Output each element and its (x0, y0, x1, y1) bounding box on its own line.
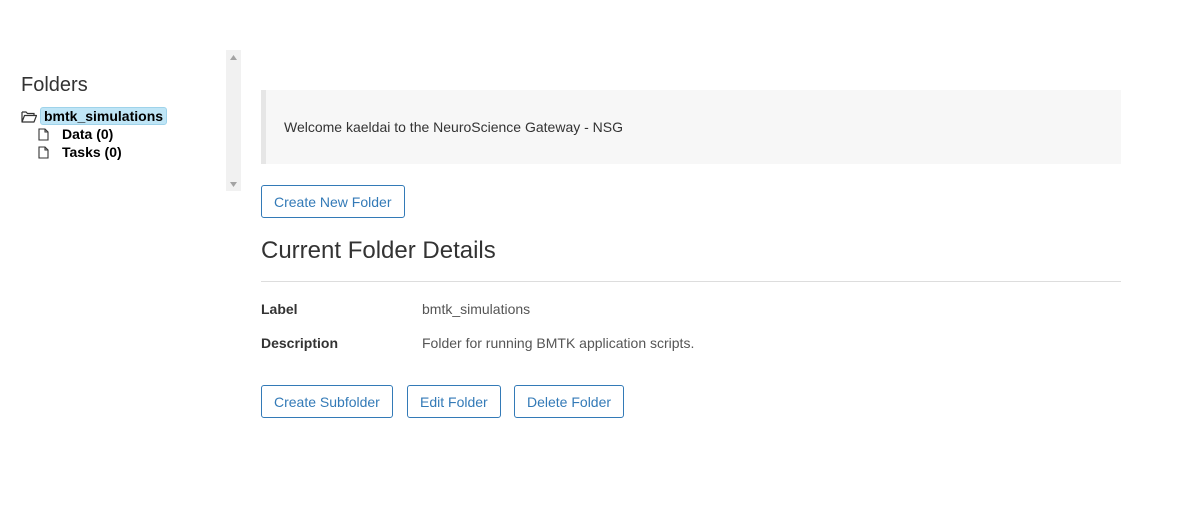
folder-open-icon (21, 109, 39, 123)
detail-label-value: bmtk_simulations (422, 301, 531, 317)
tree-root-label[interactable]: bmtk_simulations (40, 107, 168, 125)
file-icon (38, 127, 50, 141)
tree-item-tasks-label: Tasks (0) (62, 144, 122, 160)
tree-item-data-label: Data (0) (62, 126, 114, 142)
detail-description-key: Description (261, 335, 339, 351)
welcome-message: Welcome kaeldai to the NeuroScience Gate… (284, 119, 624, 135)
detail-description-value: Folder for running BMTK application scri… (422, 335, 695, 351)
tree-item-bmtk-simulations[interactable]: bmtk_simulations (21, 107, 168, 125)
current-folder-details-heading: Current Folder Details (261, 237, 496, 264)
tree-item-data[interactable]: Data (0) (38, 126, 113, 142)
scroll-down-arrow-icon[interactable] (226, 177, 241, 191)
create-subfolder-button[interactable]: Create Subfolder (261, 385, 393, 418)
create-new-folder-button[interactable]: Create New Folder (261, 185, 405, 218)
sidebar-scrollbar[interactable] (226, 50, 241, 191)
section-divider (261, 281, 1121, 282)
scroll-up-arrow-icon[interactable] (226, 50, 241, 64)
edit-folder-button[interactable]: Edit Folder (407, 385, 501, 418)
tree-item-tasks[interactable]: Tasks (0) (38, 144, 122, 160)
delete-folder-button[interactable]: Delete Folder (514, 385, 625, 418)
detail-label-key: Label (261, 301, 298, 317)
welcome-panel: Welcome kaeldai to the NeuroScience Gate… (261, 90, 1121, 164)
folder-sidebar: Folders bmtk_simulations Data (0) Tasks … (0, 50, 241, 191)
file-icon (38, 145, 50, 159)
sidebar-title: Folders (21, 74, 88, 96)
